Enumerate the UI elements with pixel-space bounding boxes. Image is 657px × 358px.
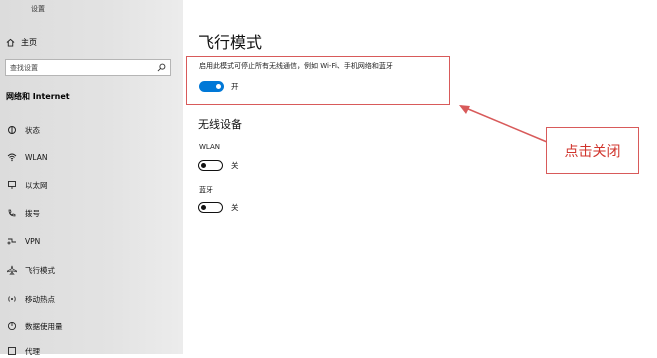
search-placeholder: 查找设置: [10, 63, 38, 72]
sidebar-item-label: 以太网: [25, 180, 48, 190]
home-label: 主页: [21, 37, 37, 47]
wlan-toggle[interactable]: [198, 160, 223, 171]
bluetooth-label: 蓝牙: [199, 186, 213, 194]
wlan-label: WLAN: [199, 143, 221, 151]
bluetooth-toggle[interactable]: [198, 202, 223, 213]
sidebar-item-dialup[interactable]: 拨号: [6, 206, 40, 220]
sidebar-item-label: WLAN: [25, 152, 48, 162]
annotation-callout: 点击关闭: [546, 127, 639, 174]
sidebar-item-ethernet[interactable]: 以太网: [6, 178, 48, 192]
hotspot-icon: [6, 293, 18, 305]
sidebar-item-data-usage[interactable]: 数据使用量: [6, 319, 63, 333]
page-title: 飞行模式: [198, 33, 263, 52]
airplane-icon: [6, 264, 18, 276]
annotation-arrow-icon: [459, 105, 548, 143]
dialup-icon: [6, 207, 18, 219]
sidebar-item-wlan[interactable]: WLAN: [6, 150, 48, 164]
ethernet-icon: [6, 179, 18, 191]
window-title: 设置: [31, 5, 45, 13]
proxy-icon: [6, 345, 18, 357]
callout-text: 点击关闭: [564, 143, 621, 160]
section-title: 网络和 Internet: [6, 92, 70, 101]
highlight-box: [186, 56, 450, 105]
wireless-devices-title: 无线设备: [198, 118, 242, 131]
sidebar-item-vpn[interactable]: VPN: [6, 234, 40, 248]
wlan-toggle-state: 关: [231, 161, 239, 170]
toggle-knob: [201, 163, 206, 168]
sidebar-item-hotspot[interactable]: 移动热点: [6, 292, 55, 306]
sidebar-home[interactable]: 主页: [6, 35, 37, 49]
wifi-icon: [6, 151, 18, 163]
data-usage-icon: [6, 320, 18, 332]
sidebar-item-label: 飞行模式: [25, 265, 55, 275]
toggle-knob: [201, 205, 206, 210]
sidebar-item-status[interactable]: 状态: [6, 123, 40, 137]
search-icon[interactable]: [157, 63, 166, 72]
sidebar-item-label: 拨号: [25, 208, 40, 218]
vpn-icon: [6, 235, 18, 247]
status-icon: [6, 124, 18, 136]
home-icon: [6, 38, 15, 47]
sidebar: 设置 主页 查找设置 网络和 Internet 状态 WLAN 以太网 拨号 V…: [0, 0, 183, 356]
bluetooth-toggle-state: 关: [231, 203, 239, 212]
sidebar-item-label: 状态: [25, 125, 40, 135]
sidebar-item-label: VPN: [25, 236, 41, 246]
search-input[interactable]: 查找设置: [5, 59, 171, 76]
sidebar-item-airplane-mode[interactable]: 飞行模式: [6, 263, 55, 277]
sidebar-item-proxy[interactable]: 代理: [6, 344, 40, 358]
sidebar-item-label: 移动热点: [25, 294, 55, 304]
sidebar-item-label: 数据使用量: [25, 321, 63, 331]
sidebar-item-label: 代理: [25, 346, 40, 356]
